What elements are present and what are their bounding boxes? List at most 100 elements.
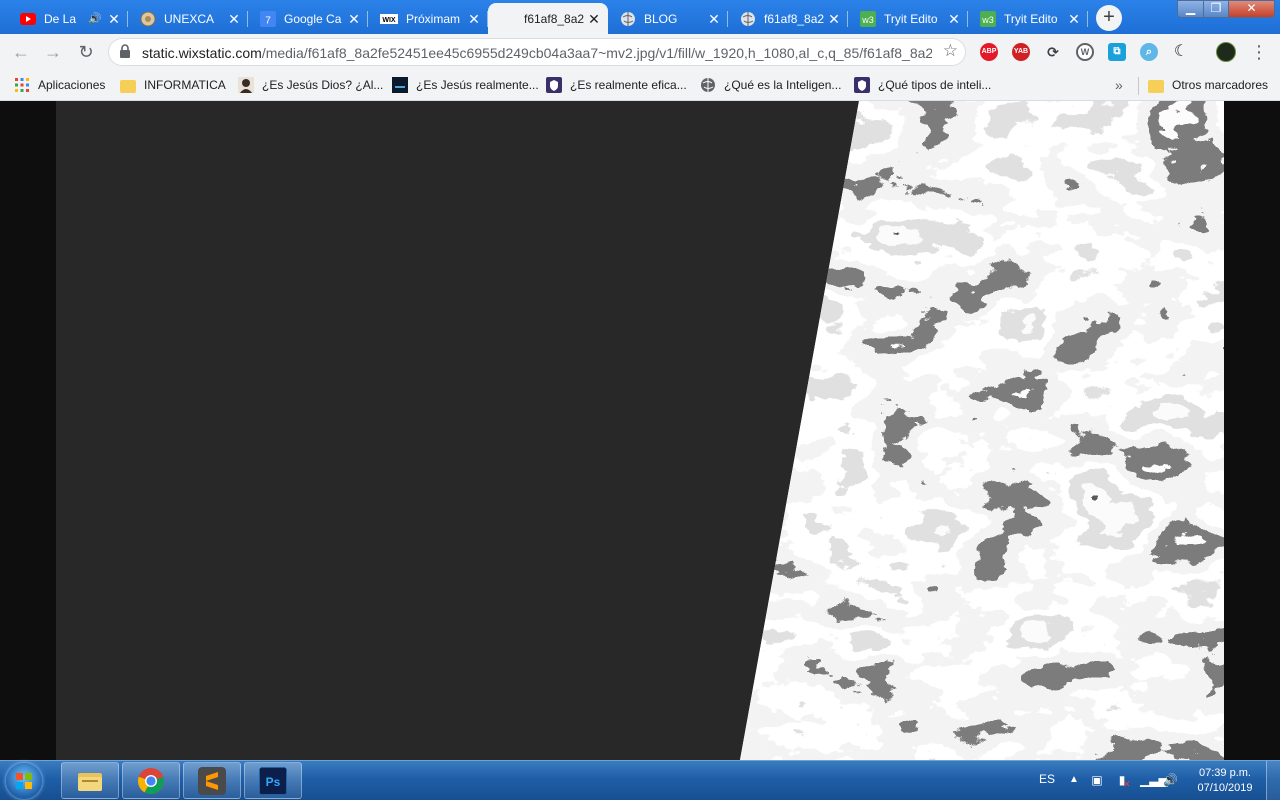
photoshop-icon: Ps (259, 767, 287, 795)
more-bookmarks-button[interactable]: » (1115, 77, 1123, 93)
tab-unexca[interactable]: UNEXCA ✕ (128, 3, 248, 34)
close-tab-icon[interactable]: ✕ (466, 11, 482, 27)
bookmark-label: Otros marcadores (1172, 78, 1269, 92)
volume-icon[interactable]: 🔊 (1163, 773, 1178, 787)
globe-icon (701, 78, 715, 92)
tab-youtube[interactable]: De La 🔊 ✕ (8, 3, 128, 34)
globe-icon (620, 11, 636, 27)
adblock-plus-icon[interactable]: ABP (980, 43, 998, 61)
tab-title: f61af8_8a2 (764, 11, 825, 26)
show-desktop-button[interactable] (1266, 761, 1280, 800)
reload-button[interactable]: ↻ (74, 40, 98, 64)
shield-site-icon (546, 77, 562, 93)
tab-image-2[interactable]: f61af8_8a2 ✕ (728, 3, 848, 34)
new-tab-button[interactable]: + (1096, 5, 1122, 31)
tab-title: Google Ca (284, 11, 342, 26)
url-text[interactable]: static.wixstatic.com/media/f61af8_8a2fe5… (142, 45, 932, 61)
bookmarks-bar: Aplicaciones INFORMATICA ¿Es Jesús Dios?… (0, 70, 1280, 101)
tab-tryit-1[interactable]: w3 Tryit Edito ✕ (848, 3, 968, 34)
close-window-button[interactable]: ✕ (1228, 0, 1275, 18)
page-viewport (0, 101, 1280, 760)
sync-extension-icon[interactable]: ⟳ (1044, 43, 1062, 61)
portrait-icon (238, 77, 254, 93)
taskbar-sublime-text[interactable] (183, 762, 241, 799)
translate-extension-icon[interactable]: ⧉ (1108, 43, 1126, 61)
windows-logo-icon (16, 773, 32, 789)
clipboard-tray-icon[interactable]: ▣ (1090, 773, 1104, 787)
chrome-icon (137, 768, 164, 795)
close-tab-icon[interactable]: ✕ (586, 11, 602, 27)
close-tab-icon[interactable]: ✕ (226, 11, 242, 27)
windows-taskbar: Ps ES ▲ ▣ ▮ ✕ ▁▃▅ 🔊 07:39 p.m. 07/10/2019 (0, 760, 1280, 800)
network-error-icon[interactable]: ▮ ✕ (1115, 773, 1131, 789)
tab-title: UNEXCA (164, 11, 215, 26)
dark-mode-icon[interactable]: ☾ (1172, 43, 1190, 61)
folder-icon (120, 79, 136, 93)
taskbar-file-explorer[interactable] (61, 762, 119, 799)
profile-avatar-icon[interactable] (1216, 42, 1236, 62)
close-tab-icon[interactable]: ✕ (826, 11, 842, 27)
tab-title: f61af8_8a2 (524, 11, 585, 26)
other-bookmarks[interactable]: Otros marcadores (1148, 76, 1268, 94)
tab-google-calendar[interactable]: 7 Google Ca ✕ (248, 3, 368, 34)
url-host: static.wixstatic.com (142, 45, 262, 61)
tab-strip: De La 🔊 ✕ UNEXCA ✕ 7 Google Ca ✕ WIX Pró… (0, 0, 1280, 34)
svg-text:w3: w3 (981, 15, 994, 25)
bookmark-label: ¿Es realmente efica... (570, 78, 687, 92)
bookmark-realmente-eficaz[interactable]: ¿Es realmente efica... (546, 76, 687, 94)
dark-site-icon (392, 77, 408, 93)
tab-title: Próximam (406, 11, 461, 26)
address-bar[interactable]: static.wixstatic.com/media/f61af8_8a2fe5… (108, 38, 966, 66)
tab-image-active[interactable]: f61af8_8a2 ✕ (488, 3, 608, 34)
clock-date: 07/10/2019 (1197, 782, 1253, 794)
w3schools-icon: w3 (860, 10, 876, 27)
url-path: /media/f61af8_8a2fe52451ee45c6955d249cb0… (261, 45, 932, 61)
close-tab-icon[interactable]: ✕ (946, 11, 962, 27)
close-tab-icon[interactable]: ✕ (706, 11, 722, 27)
bookmark-jesus-dios[interactable]: ¿Es Jesús Dios? ¿Al... (238, 76, 383, 94)
speaker-icon[interactable]: 🔊 (88, 12, 102, 25)
bookmark-label: ¿Qué es la Inteligen... (724, 78, 842, 92)
system-clock[interactable]: 07:39 p.m. 07/10/2019 (1190, 766, 1260, 796)
taskbar-chrome[interactable] (122, 762, 180, 799)
bookmark-star-icon[interactable]: ☆ (943, 41, 958, 61)
bookmark-jesus-realmente[interactable]: ¿Es Jesús realmente... (392, 76, 539, 94)
tab-title: BLOG (644, 11, 678, 26)
taskbar-photoshop[interactable]: Ps (244, 762, 302, 799)
displayed-image[interactable] (56, 101, 1224, 760)
wordpress-icon[interactable]: W (1076, 43, 1094, 61)
minimize-button[interactable]: ▁ (1177, 0, 1204, 18)
chrome-menu-icon[interactable]: ⋮ (1250, 42, 1268, 62)
lock-icon (120, 44, 130, 58)
file-explorer-icon (78, 773, 102, 791)
youtube-adblock-icon[interactable]: YAB (1012, 43, 1030, 61)
tab-title: Tryit Edito (884, 11, 938, 26)
tab-title: De La (44, 11, 77, 26)
maximize-button[interactable]: ❐ (1203, 0, 1229, 18)
search-extension-icon[interactable]: ⌕ (1140, 43, 1158, 61)
close-tab-icon[interactable]: ✕ (106, 11, 122, 27)
bookmark-label: Aplicaciones (38, 78, 106, 92)
start-button[interactable] (6, 763, 42, 799)
bookmark-inteligencia[interactable]: ¿Qué es la Inteligen... (700, 76, 841, 94)
bookmark-apps[interactable]: Aplicaciones (14, 76, 105, 94)
svg-text:WIX: WIX (382, 17, 396, 24)
tab-tryit-2[interactable]: w3 Tryit Edito ✕ (968, 3, 1088, 34)
close-tab-icon[interactable]: ✕ (346, 11, 362, 27)
tab-blog[interactable]: BLOG ✕ (608, 3, 728, 34)
signal-strength-icon[interactable]: ▁▃▅ (1140, 773, 1168, 787)
show-hidden-icons-button[interactable]: ▲ (1069, 774, 1079, 785)
tab-title: Tryit Edito (1004, 11, 1058, 26)
bookmark-label: ¿Es Jesús realmente... (416, 78, 539, 92)
bookmark-informatica[interactable]: INFORMATICA (120, 76, 226, 94)
bookmark-label: ¿Es Jesús Dios? ¿Al... (262, 78, 384, 92)
university-seal-icon (140, 11, 156, 27)
forward-button[interactable]: → (41, 40, 65, 64)
close-tab-icon[interactable]: ✕ (1066, 11, 1082, 27)
language-indicator[interactable]: ES (1039, 772, 1055, 786)
bookmark-tipos-inteligencia[interactable]: ¿Qué tipos de inteli... (854, 76, 991, 94)
shield-site-icon (854, 77, 870, 93)
back-button[interactable]: ← (9, 40, 33, 64)
clock-time: 07:39 p.m. (1199, 767, 1251, 779)
tab-wix[interactable]: WIX Próximam ✕ (368, 3, 488, 34)
